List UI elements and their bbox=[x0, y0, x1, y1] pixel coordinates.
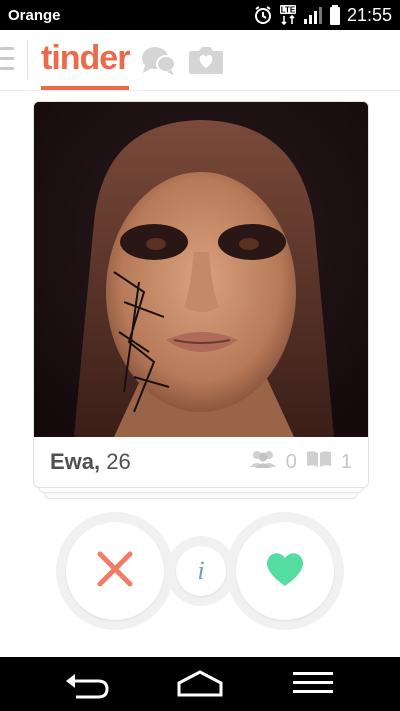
status-bar: Orange LTE 21:55 bbox=[0, 0, 400, 30]
alarm-icon bbox=[253, 5, 273, 25]
recent-apps-icon[interactable] bbox=[292, 671, 334, 700]
like-button[interactable] bbox=[236, 522, 334, 620]
nope-button[interactable] bbox=[66, 522, 164, 620]
profile-age: 26 bbox=[106, 449, 131, 474]
profile-name: Ewa, bbox=[50, 449, 101, 474]
x-icon bbox=[95, 549, 135, 594]
clock: 21:55 bbox=[346, 4, 392, 25]
status-icons: LTE 21:55 bbox=[253, 4, 392, 26]
moments-icon[interactable] bbox=[187, 44, 225, 81]
info-icon: i bbox=[197, 556, 205, 585]
heart-icon bbox=[264, 550, 306, 593]
battery-icon bbox=[329, 4, 341, 26]
menu-icon[interactable] bbox=[0, 47, 16, 73]
profile-card[interactable]: Ewa, 26 0 1 bbox=[33, 101, 369, 488]
carrier-label: Orange bbox=[8, 6, 61, 24]
profile-info-bar: Ewa, 26 0 1 bbox=[34, 437, 368, 487]
shared-interests-count: 1 bbox=[340, 450, 352, 473]
profile-name-age: Ewa, 26 bbox=[50, 449, 131, 475]
shared-friends-count: 0 bbox=[285, 450, 297, 473]
profile-stats: 0 1 bbox=[248, 449, 352, 475]
system-nav-bar bbox=[0, 657, 400, 711]
profile-photo[interactable] bbox=[34, 102, 368, 437]
info-button[interactable]: i bbox=[176, 546, 226, 596]
friends-icon bbox=[248, 449, 278, 475]
shared-interests-stat: 1 bbox=[305, 449, 352, 475]
header-divider bbox=[27, 40, 28, 80]
shared-friends-stat: 0 bbox=[248, 449, 297, 475]
chat-icon[interactable] bbox=[139, 44, 179, 83]
home-icon[interactable] bbox=[176, 669, 224, 704]
back-icon[interactable] bbox=[62, 667, 112, 706]
book-icon bbox=[305, 449, 333, 475]
app-header: tinder bbox=[0, 30, 400, 91]
signal-icon bbox=[303, 5, 323, 25]
tinder-logo[interactable]: tinder bbox=[41, 38, 130, 78]
active-tab-indicator bbox=[41, 86, 129, 90]
lte-label: LTE bbox=[281, 6, 296, 15]
lte-icon: LTE bbox=[279, 4, 297, 26]
